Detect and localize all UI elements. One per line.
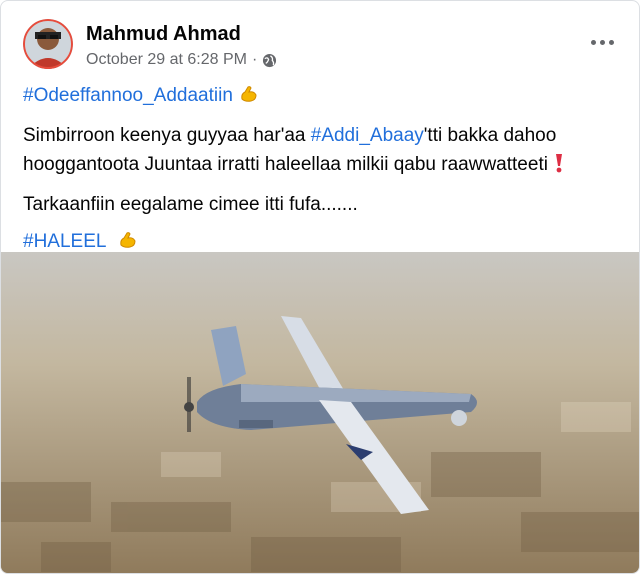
post-line-3: Tarkaanfiin eegalame cimee itti fufa....… [23,190,619,219]
line1-text-end: 'tti bakka dahoo [423,125,557,146]
drone-aerial-photo[interactable] [1,252,639,573]
red-exclamation-icon [554,153,564,182]
facebook-post: Mahmud Ahmad October 29 at 6:28 PM · #Od… [0,0,640,574]
flexed-biceps-icon [239,84,259,113]
hashtag-addi-abaay[interactable]: #Addi_Abaay [311,125,424,146]
globe-icon[interactable] [262,53,277,68]
hashtag-haleel[interactable]: #HALEEL [23,231,106,252]
more-options-icon[interactable] [585,25,619,59]
post-meta: October 29 at 6:28 PM · [86,51,277,69]
meta-separator: · [251,51,258,68]
author-name[interactable]: Mahmud Ahmad [86,23,241,46]
post-text: #Odeeffannoo_Addaatiin Simbirroon keenya… [23,81,619,259]
post-header: Mahmud Ahmad October 29 at 6:28 PM · [23,19,619,73]
post-timestamp[interactable]: October 29 at 6:28 PM [86,51,247,69]
line2-text: hooggantoota Juuntaa irratti haleellaa m… [23,154,548,175]
line1-text: Simbirroon keenya guyyaa har'aa [23,125,311,146]
hashtag-odeeffannoo[interactable]: #Odeeffannoo_Addaatiin [23,85,233,106]
post-line-2: hooggantoota Juuntaa irratti haleellaa m… [23,150,619,182]
hashtag-line-top: #Odeeffannoo_Addaatiin [23,81,619,113]
post-line-1: Simbirroon keenya guyyaa har'aa #Addi_Ab… [23,121,619,150]
avatar[interactable] [23,19,73,69]
line3-text: Tarkaanfiin eegalame cimee itti fufa....… [23,194,358,215]
